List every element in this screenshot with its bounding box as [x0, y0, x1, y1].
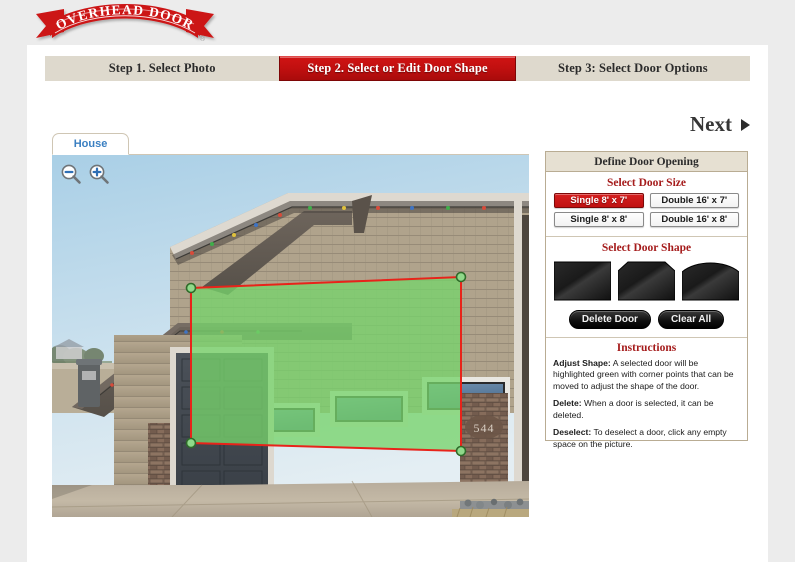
step-tab-3[interactable]: Step 3: Select Door Options [516, 56, 750, 81]
instruction-term: Delete: [553, 398, 582, 409]
door-action-buttons: Delete Door Clear All [546, 310, 747, 335]
next-label: Next [690, 112, 732, 136]
door-size-double-16x7[interactable]: Double 16' x 7' [649, 193, 739, 208]
door-selection-overlay [190, 275, 462, 453]
delete-door-button[interactable]: Delete Door [568, 310, 651, 329]
registered-mark: ® [200, 35, 206, 43]
door-size-double-16x8[interactable]: Double 16' x 8' [649, 212, 739, 227]
step-tab-1[interactable]: Step 1. Select Photo [45, 56, 279, 81]
door-shape-options [546, 258, 747, 302]
app-page: OVERHEAD DOOR ® Step 1. Select Photo Ste… [0, 0, 795, 562]
instruction-term: Deselect: [553, 427, 592, 438]
next-button[interactable]: Next [690, 112, 750, 137]
instruction-deselect: Deselect: To deselect a door, click any … [553, 427, 740, 450]
photo-tabstrip: House [52, 133, 529, 155]
door-size-options: Single 8' x 7' Double 16' x 7' Single 8'… [546, 193, 747, 234]
door-shape-arched-icon[interactable] [682, 260, 739, 302]
select-door-size-title: Select Door Size [607, 177, 686, 189]
door-shape-chamfered-icon[interactable] [618, 260, 675, 302]
photo-tab-house[interactable]: House [52, 133, 129, 155]
panel-divider-1 [546, 236, 747, 237]
photo-canvas[interactable]: 544 [52, 155, 529, 517]
house-number: 544 [465, 415, 503, 439]
instructions-title: Instructions [616, 342, 677, 354]
zoom-in-icon[interactable] [88, 163, 110, 185]
svg-text:544: 544 [474, 421, 495, 435]
define-door-opening-panel: Define Door Opening Select Door Size Sin… [545, 151, 748, 449]
instruction-delete: Delete: When a door is selected, it can … [553, 398, 740, 421]
door-shape-rectangle-icon[interactable] [554, 260, 611, 302]
door-size-single-8x7[interactable]: Single 8' x 7' [554, 193, 644, 208]
panel-title: Define Door Opening [546, 152, 747, 172]
house-photo: 544 [52, 155, 529, 517]
door-size-single-8x8[interactable]: Single 8' x 8' [554, 212, 644, 227]
zoom-out-icon[interactable] [60, 163, 82, 185]
overhead-door-logo[interactable]: OVERHEAD DOOR ® [30, 2, 220, 46]
zoom-controls [60, 163, 110, 185]
step-tabs: Step 1. Select Photo Step 2. Select or E… [45, 56, 750, 81]
clear-all-button[interactable]: Clear All [657, 310, 725, 329]
select-door-shape-title: Select Door Shape [601, 242, 692, 254]
step-tab-2[interactable]: Step 2. Select or Edit Door Shape [279, 56, 516, 81]
arrow-right-icon [741, 118, 750, 131]
instructions-section: Instructions Adjust Shape: A selected do… [546, 338, 747, 462]
instruction-adjust-shape: Adjust Shape: A selected door will be hi… [553, 358, 740, 392]
trash-bin [76, 359, 102, 407]
instruction-term: Adjust Shape: [553, 358, 611, 368]
